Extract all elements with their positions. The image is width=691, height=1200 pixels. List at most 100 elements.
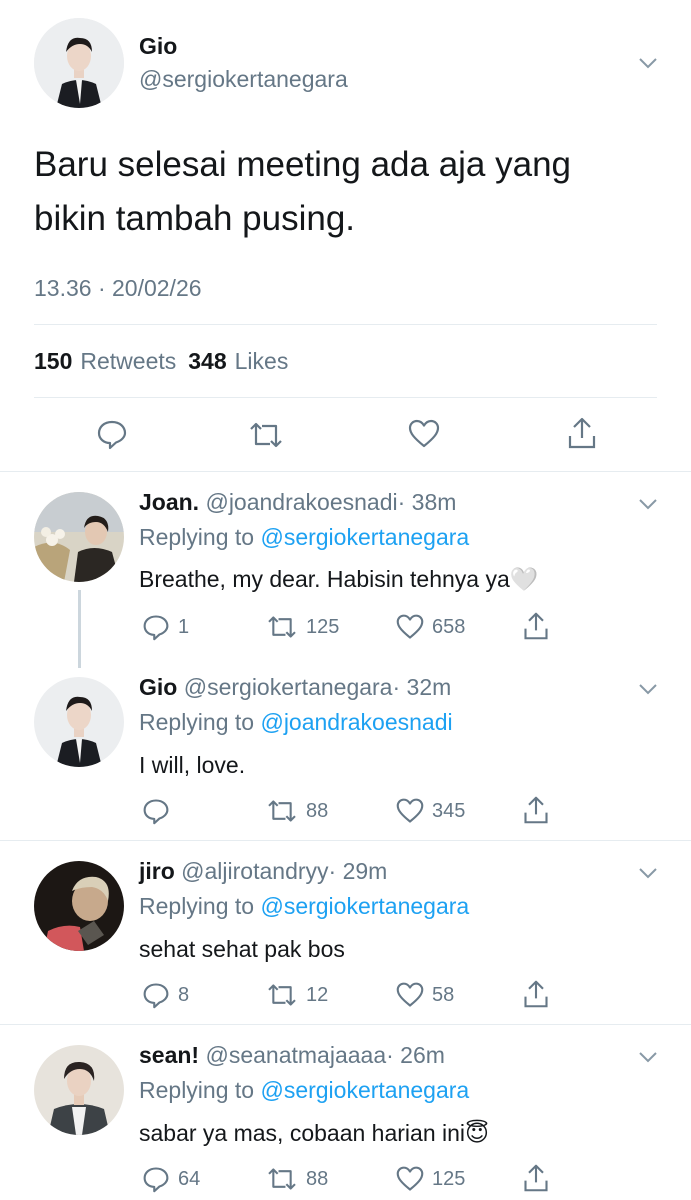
reply-author-name[interactable]: Gio [139, 674, 177, 700]
divider [0, 471, 691, 472]
likes-count[interactable]: 348 [188, 348, 226, 375]
reply-text-body: sabar ya mas, cobaan harian ini [139, 1120, 466, 1146]
reply-count: 64 [178, 1167, 201, 1190]
reply-icon[interactable] [142, 1165, 170, 1193]
retweet-count: 12 [306, 983, 329, 1006]
reply-text: sabar ya mas, cobaan harian ini😇 [139, 1120, 489, 1147]
reply-header: Gio @sergiokertanegara· 32m [139, 674, 451, 701]
avatar-joan[interactable] [34, 492, 124, 582]
replying-to-prefix: Replying to [139, 1077, 255, 1103]
retweets-label[interactable]: Retweets [80, 348, 176, 375]
chevron-down-icon[interactable] [637, 862, 659, 884]
like-action[interactable]: 345 [396, 797, 465, 825]
chevron-down-icon[interactable] [637, 493, 659, 515]
share-icon[interactable] [522, 611, 550, 641]
share-icon[interactable] [522, 1163, 550, 1193]
halo-smile-emoji: 😇 [465, 1120, 490, 1146]
replying-to-prefix: Replying to [139, 524, 255, 550]
retweet-icon[interactable] [266, 614, 298, 640]
like-icon[interactable] [408, 418, 440, 450]
tweet-text-line: bikin tambah pusing. [34, 199, 356, 238]
like-icon[interactable] [396, 797, 424, 825]
share-icon[interactable] [522, 979, 550, 1009]
retweets-count[interactable]: 150 [34, 348, 72, 375]
replying-to-line: Replying to @sergiokertanegara [139, 1077, 469, 1104]
retweet-count: 88 [306, 799, 329, 822]
reply-icon[interactable] [142, 981, 170, 1009]
like-action[interactable]: 125 [396, 1165, 465, 1193]
share-icon[interactable] [522, 795, 550, 825]
reply-author-name[interactable]: sean! [139, 1042, 199, 1068]
retweet-count: 88 [306, 1167, 329, 1190]
like-icon[interactable] [396, 981, 424, 1009]
replying-to-mention[interactable]: @sergiokertanegara [260, 524, 469, 550]
divider [34, 324, 657, 325]
reply-author-handle[interactable]: @aljirotandryy [181, 858, 328, 884]
reply-author-handle[interactable]: @joandrakoesnadi [205, 489, 397, 515]
replying-to-mention[interactable]: @joandrakoesnadi [260, 709, 452, 735]
retweet-action[interactable]: 88 [266, 1166, 328, 1192]
reply-age[interactable]: · 38m [398, 489, 457, 515]
reply-icon[interactable] [142, 613, 170, 641]
retweet-icon[interactable] [266, 798, 298, 824]
reply-text: Breathe, my dear. Habisin tehnya ya🤍 [139, 566, 538, 593]
like-count: 345 [432, 799, 466, 822]
reply-text-body: I will, love. [139, 752, 246, 778]
reply-text: I will, love. [139, 752, 245, 779]
author-display-name[interactable]: Gio [139, 33, 177, 60]
retweet-icon[interactable] [266, 982, 298, 1008]
reply-count: 1 [178, 615, 190, 638]
like-icon[interactable] [396, 613, 424, 641]
avatar-gio[interactable] [34, 18, 124, 108]
retweet-action[interactable]: 88 [266, 798, 328, 824]
like-count: 125 [432, 1167, 466, 1190]
reply-action[interactable] [142, 797, 178, 825]
reply-author-handle[interactable]: @sergiokertanegara [184, 674, 393, 700]
tweet-text-line: Baru selesai meeting ada aja yang [34, 145, 572, 184]
reply-age[interactable]: · 26m [386, 1042, 445, 1068]
reply-age[interactable]: · 32m [392, 674, 451, 700]
replying-to-line: Replying to @joandrakoesnadi [139, 709, 453, 736]
avatar-jiro[interactable] [34, 861, 124, 951]
retweet-action[interactable]: 12 [266, 982, 328, 1008]
retweet-icon[interactable] [248, 420, 284, 450]
replying-to-mention[interactable]: @sergiokertanegara [260, 1077, 469, 1103]
likes-label[interactable]: Likes [235, 348, 289, 375]
thread-connector [78, 590, 81, 668]
reply-author-handle[interactable]: @seanatmajaaaa [205, 1042, 386, 1068]
replying-to-line: Replying to @sergiokertanegara [139, 524, 469, 551]
tweet-timestamp[interactable]: 13.36 · 20/02/26 [34, 275, 202, 302]
engagement-stats: 150 Retweets 348 Likes [34, 348, 288, 375]
chevron-down-icon[interactable] [637, 1046, 659, 1068]
like-action[interactable]: 58 [396, 981, 454, 1009]
author-handle[interactable]: @sergiokertanegara [139, 66, 348, 93]
retweet-icon[interactable] [266, 1166, 298, 1192]
replying-to-mention[interactable]: @sergiokertanegara [260, 893, 469, 919]
like-icon[interactable] [396, 1165, 424, 1193]
chevron-down-icon[interactable] [637, 52, 659, 74]
reply-header: Joan. @joandrakoesnadi· 38m [139, 489, 456, 516]
like-action[interactable]: 658 [396, 613, 465, 641]
replying-to-prefix: Replying to [139, 893, 255, 919]
reply-icon[interactable] [142, 797, 170, 825]
retweet-action[interactable]: 125 [266, 614, 339, 640]
divider [34, 397, 657, 398]
reply-text-body: Breathe, my dear. Habisin tehnya ya [139, 566, 510, 592]
reply-action[interactable]: 8 [142, 981, 189, 1009]
replying-to-prefix: Replying to [139, 709, 255, 735]
reply-icon[interactable] [96, 418, 128, 450]
divider [0, 840, 691, 841]
reply-author-name[interactable]: Joan. [139, 489, 199, 515]
reply-action[interactable]: 64 [142, 1165, 200, 1193]
tweet-text: Baru selesai meeting ada aja yang bikin … [34, 138, 571, 246]
like-count: 58 [432, 983, 455, 1006]
chevron-down-icon[interactable] [637, 678, 659, 700]
reply-action[interactable]: 1 [142, 613, 189, 641]
share-icon[interactable] [566, 416, 598, 450]
avatar-sean[interactable] [34, 1045, 124, 1135]
avatar-gio[interactable] [34, 677, 124, 767]
reply-author-name[interactable]: jiro [139, 858, 175, 884]
reply-count: 8 [178, 983, 190, 1006]
reply-age[interactable]: · 29m [329, 858, 388, 884]
like-count: 658 [432, 615, 466, 638]
